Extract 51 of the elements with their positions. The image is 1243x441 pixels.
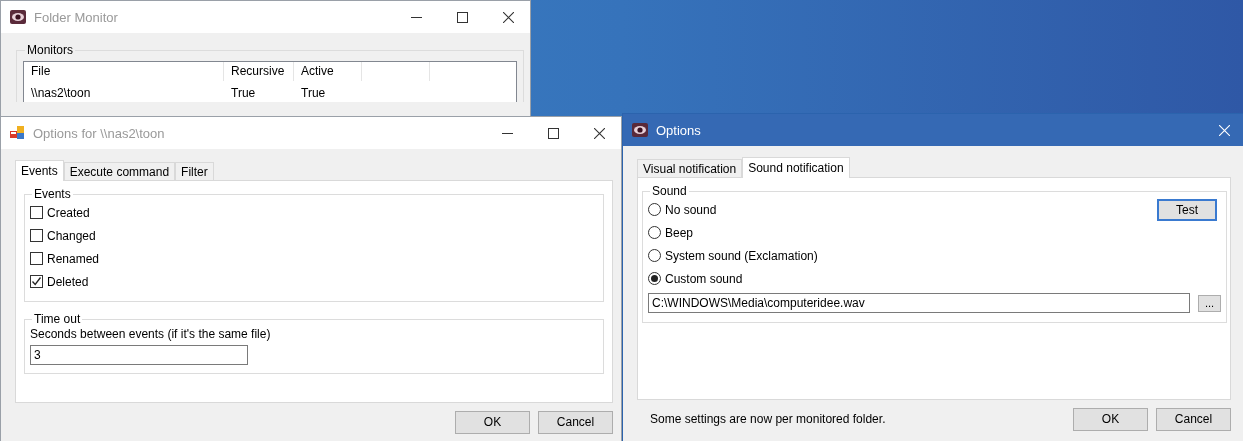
radio-button[interactable] [648,226,661,239]
timeout-field[interactable]: 3 [30,345,248,365]
window-title: Options [656,122,701,138]
table-cell-text: True [230,85,257,100]
radio-button[interactable] [648,203,661,216]
close-icon[interactable] [594,127,605,139]
maximize-icon[interactable] [457,11,468,23]
checkbox[interactable] [30,229,43,242]
eye-icon [10,10,26,24]
radio-button[interactable] [648,272,661,285]
tab[interactable]: Visual notification [637,159,743,177]
tab[interactable]: Filter [175,162,214,180]
group-label: Sound [651,184,688,198]
tab[interactable]: Execute command [63,162,176,180]
tab[interactable]: Events [15,160,64,181]
note-text: Some settings are now per monitored folder. [650,412,886,426]
squares-icon [10,126,25,140]
checkbox-label[interactable]: Renamed [47,251,100,266]
checkbox[interactable] [30,252,43,265]
eye-icon [632,123,648,137]
radio-label[interactable]: System sound (Exclamation) [665,248,818,263]
dialog-button[interactable]: Cancel [1156,407,1231,431]
radio-label[interactable]: No sound [665,202,717,217]
group-label: Time out [33,312,82,326]
maximize-icon[interactable] [548,127,559,139]
window-title: Folder Monitor [34,9,118,25]
checkbox[interactable] [30,275,43,288]
column-header[interactable]: Recursive [224,62,294,81]
radio-label[interactable]: Custom sound [665,271,743,286]
radio-label[interactable]: Beep [665,225,694,240]
group-label: Monitors [26,43,74,57]
column-header[interactable]: Active [294,62,362,81]
checkbox-label[interactable]: Created [47,205,90,220]
path-field[interactable]: C:\WINDOWS\Media\computeridee.wav [648,293,1190,313]
checkbox-label[interactable]: Changed [47,228,96,243]
column-header[interactable]: File [24,62,224,81]
table-cell-text: \\nas2\toon [30,85,92,100]
group-label: Events [33,187,72,201]
checkbox-label[interactable]: Deleted [47,274,89,289]
test-button[interactable]: Test [1157,198,1217,221]
dialog-button[interactable]: OK [1073,407,1148,431]
browse-button[interactable]: ... [1198,294,1221,312]
table-cell-text: True [300,85,327,100]
checkbox[interactable] [30,206,43,219]
dialog-button[interactable]: OK [455,410,530,434]
window-title: Options for \\nas2\toon [33,125,165,141]
close-icon[interactable] [503,11,514,23]
tab[interactable]: Sound notification [742,157,850,178]
radio-button[interactable] [648,249,661,262]
dialog-button[interactable]: Cancel [538,410,613,434]
field-label: Seconds between events (if it's the same file) [30,327,272,341]
